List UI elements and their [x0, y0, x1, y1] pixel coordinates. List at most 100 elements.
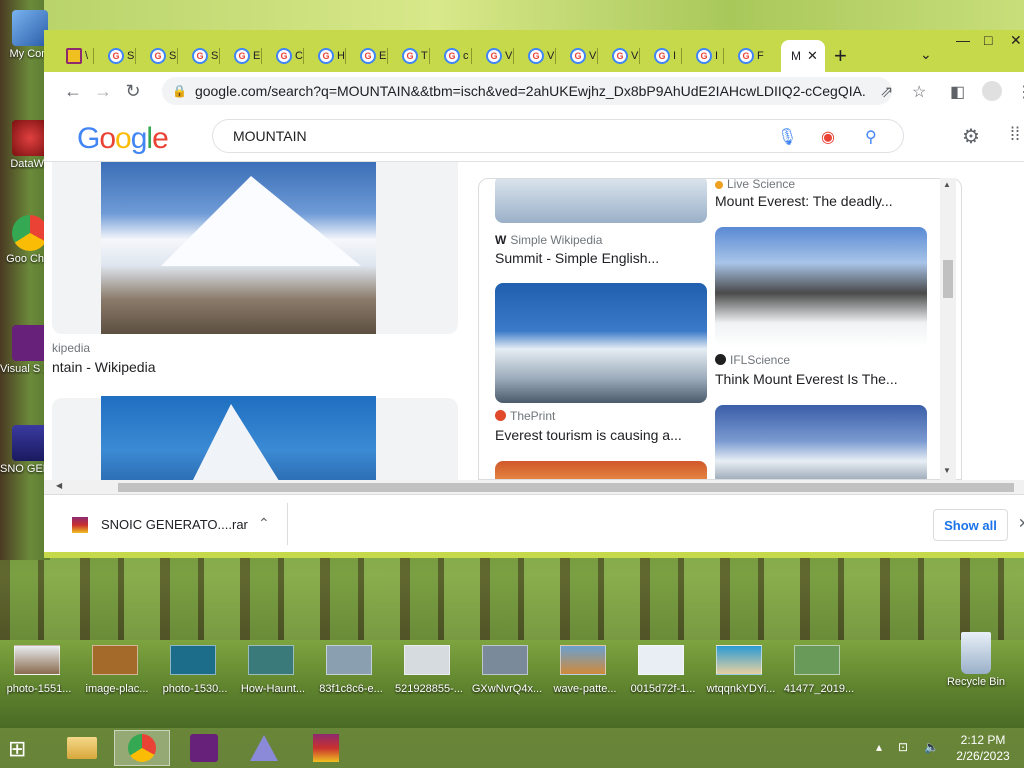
tab-search-chevron-icon[interactable]: ⌄: [920, 46, 932, 63]
reload-icon[interactable]: ↻: [118, 81, 148, 102]
desktop-icon-recycle-bin[interactable]: Recycle Bin: [944, 632, 1008, 688]
scroll-left-icon[interactable]: ◀: [56, 481, 62, 490]
desktop-file-thumb[interactable]: [170, 645, 216, 675]
side-panel-icon[interactable]: ◧: [950, 82, 965, 102]
tab-google[interactable]: Gc: [436, 44, 472, 68]
google-favicon-icon: G: [528, 48, 544, 64]
share-icon[interactable]: ⇗: [880, 82, 893, 102]
tab-google[interactable]: GE: [226, 44, 262, 68]
result-title[interactable]: Summit - Simple English...: [495, 250, 659, 266]
result-source: Live Science: [715, 179, 795, 191]
tab-active[interactable]: M ✕: [781, 40, 825, 72]
taskbar-chrome[interactable]: [114, 730, 170, 766]
result-title[interactable]: Think Mount Everest Is The...: [715, 371, 898, 387]
scrollbar-thumb[interactable]: [943, 260, 953, 298]
tab-google[interactable]: GI: [688, 44, 724, 68]
divider: [287, 503, 288, 545]
snow-peak-shape: [161, 176, 361, 266]
window-close-icon[interactable]: ✕: [1010, 32, 1022, 49]
desktop-file-thumb[interactable]: [794, 645, 840, 675]
taskbar-app[interactable]: [236, 730, 292, 766]
back-arrow-icon[interactable]: ←: [58, 81, 88, 102]
taskbar-file-explorer[interactable]: [54, 730, 110, 766]
desktop-file-thumb[interactable]: [560, 645, 606, 675]
result-title[interactable]: ntain - Wikipedia: [52, 359, 156, 375]
result-image[interactable]: [715, 405, 927, 479]
maximize-icon[interactable]: □: [984, 32, 992, 48]
close-tab-icon[interactable]: ✕: [807, 48, 818, 64]
download-filename[interactable]: SNOIC GENERATO....rar: [101, 517, 248, 532]
taskbar-visual-studio[interactable]: [176, 730, 232, 766]
panel-scrollbar[interactable]: ▲ ▼: [940, 178, 956, 480]
recycle-bin-icon: [961, 632, 991, 674]
desktop-file-thumb[interactable]: [404, 645, 450, 675]
chevron-up-icon[interactable]: ⌃: [258, 515, 270, 532]
tab-google[interactable]: GV: [520, 44, 556, 68]
gear-icon[interactable]: ⚙: [962, 124, 980, 149]
url-text[interactable]: google.com/search?q=MOUNTAIN&&tbm=isch&v…: [195, 83, 865, 99]
profile-avatar-icon[interactable]: [982, 81, 1002, 101]
result-image[interactable]: [495, 461, 707, 479]
network-icon[interactable]: ⊡: [898, 740, 908, 754]
tab-google[interactable]: GV: [604, 44, 640, 68]
result-image-everest[interactable]: [101, 162, 376, 334]
result-image[interactable]: [715, 227, 927, 347]
microphone-icon[interactable]: 🎙: [777, 127, 797, 147]
snoic-icon: [12, 425, 48, 461]
volume-icon[interactable]: 🔈: [924, 740, 939, 754]
browser-toolbar: ← → ↻ 🔒 google.com/search?q=MOUNTAIN&&tb…: [44, 72, 1024, 110]
google-favicon-icon: G: [654, 48, 670, 64]
camera-lens-icon[interactable]: ◉: [821, 127, 835, 147]
close-icon[interactable]: ✕: [1018, 515, 1024, 532]
result-image-peak[interactable]: [101, 396, 376, 480]
minimize-icon[interactable]: —: [956, 32, 970, 48]
bookmark-star-icon[interactable]: ☆: [912, 82, 926, 102]
tab-google[interactable]: GV: [562, 44, 598, 68]
tab-google[interactable]: GH: [310, 44, 346, 68]
forward-arrow-icon[interactable]: →: [88, 81, 118, 102]
address-bar[interactable]: 🔒 google.com/search?q=MOUNTAIN&&tbm=isch…: [162, 77, 892, 105]
tab-winrar[interactable]: \: [58, 44, 94, 68]
scroll-down-icon[interactable]: ▼: [943, 466, 951, 475]
tab-google[interactable]: GF: [730, 44, 766, 68]
search-icon[interactable]: ⚲: [865, 127, 877, 147]
apps-grid-icon[interactable]: ⁞⁞: [1010, 124, 1020, 145]
horizontal-scrollbar[interactable]: ◀: [44, 480, 1024, 494]
desktop-file-thumb[interactable]: [14, 645, 60, 675]
snow-peak-shape: [191, 404, 281, 480]
desktop-file-thumb[interactable]: [482, 645, 528, 675]
logo-letter: o: [99, 122, 116, 155]
datawave-icon: [12, 120, 48, 156]
show-all-button[interactable]: Show all: [933, 509, 1008, 541]
tab-google[interactable]: GI: [646, 44, 682, 68]
scroll-up-icon[interactable]: ▲: [943, 180, 951, 189]
tab-google[interactable]: GT: [394, 44, 430, 68]
folder-icon: [67, 737, 97, 759]
desktop-file-thumb[interactable]: [92, 645, 138, 675]
tab-google[interactable]: GE: [352, 44, 388, 68]
result-image[interactable]: [495, 179, 707, 223]
search-input[interactable]: [233, 128, 753, 144]
desktop-file-thumb[interactable]: [638, 645, 684, 675]
tab-google[interactable]: GC: [268, 44, 304, 68]
google-logo[interactable]: Google: [77, 122, 169, 156]
windows-start-icon[interactable]: ⊞: [8, 736, 38, 762]
tab-google[interactable]: GS: [100, 44, 136, 68]
scrollbar-thumb[interactable]: [118, 483, 1014, 492]
taskbar-winrar[interactable]: [298, 730, 354, 766]
tab-google[interactable]: GV: [478, 44, 514, 68]
tab-separator: [177, 48, 178, 64]
result-image[interactable]: [495, 283, 707, 403]
chrome-icon: [128, 734, 156, 762]
new-tab-button[interactable]: +: [834, 44, 847, 68]
tab-google[interactable]: GS: [184, 44, 220, 68]
desktop-file-thumb[interactable]: [248, 645, 294, 675]
taskbar-clock[interactable]: 2:12 PM 2/26/2023: [948, 732, 1018, 764]
menu-kebab-icon[interactable]: ⋮: [1016, 82, 1024, 102]
result-title[interactable]: Mount Everest: The deadly...: [715, 193, 893, 209]
tray-chevron-icon[interactable]: ▴: [876, 740, 882, 754]
desktop-file-thumb[interactable]: [326, 645, 372, 675]
result-title[interactable]: Everest tourism is causing a...: [495, 427, 682, 443]
desktop-file-thumb[interactable]: [716, 645, 762, 675]
tab-google[interactable]: GS: [142, 44, 178, 68]
